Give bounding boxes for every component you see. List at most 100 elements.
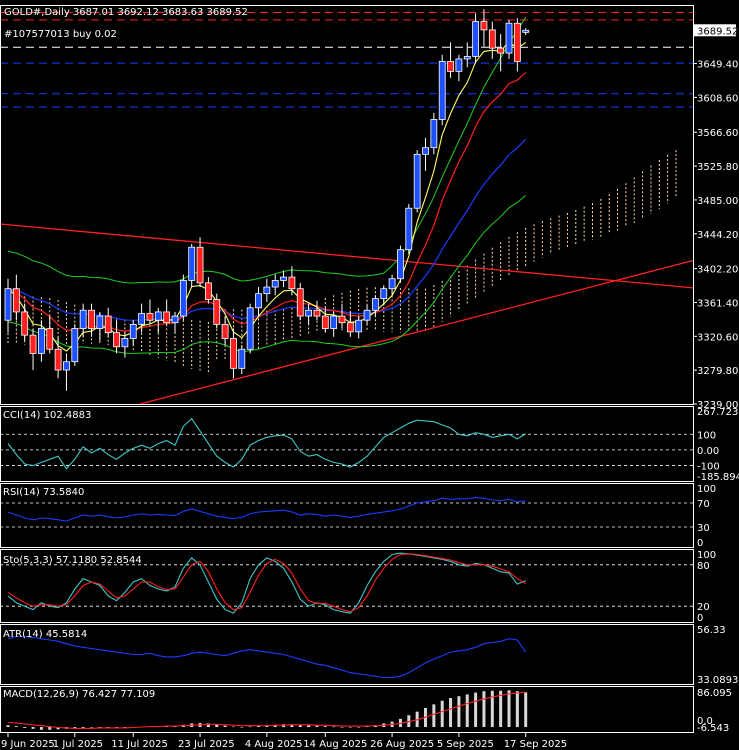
macd-bar	[39, 727, 43, 730]
candle-down	[321, 315, 329, 329]
macd-bar	[14, 726, 18, 728]
macd-bar	[231, 726, 235, 728]
candle-down	[12, 288, 20, 313]
atr-line	[7, 635, 527, 678]
macd-bar	[440, 700, 444, 728]
candle-down	[513, 22, 521, 62]
indicator-tick-label: -185.8945	[697, 472, 739, 483]
ema-fast	[7, 41, 527, 352]
macd-bar	[315, 725, 319, 728]
candle-down	[230, 338, 237, 369]
macd-bar	[340, 727, 344, 728]
cci-line	[7, 417, 526, 470]
candle-down	[313, 309, 321, 317]
indicator-tick-label: 267.7233	[697, 407, 739, 418]
candle-up	[380, 288, 388, 300]
price-tick-label: 3402.20	[697, 265, 738, 276]
macd-bar	[482, 691, 486, 728]
candle-up	[179, 280, 187, 317]
candle-up	[63, 361, 70, 371]
candle-down	[54, 348, 62, 371]
envelope-lower	[7, 195, 527, 355]
time-tick-label: 26 Aug 2025	[370, 739, 434, 750]
candle-up	[388, 278, 396, 290]
macd-bar	[31, 727, 35, 729]
time-axis: 9 Jun 20251 Jul 2025 11 Jul 2025 23 Jul 20…	[1, 732, 567, 750]
candle-down	[104, 315, 112, 334]
candle-up	[371, 298, 379, 311]
current-price-label: 3689.52	[697, 26, 738, 37]
price-tick-label: 3444.20	[697, 230, 738, 241]
macd-bar	[23, 727, 27, 728]
macd-bar	[6, 725, 10, 728]
macd-bar	[499, 690, 503, 728]
candle-up	[255, 293, 262, 309]
macd-bar	[48, 727, 52, 730]
time-tick-label: 17 Sep 2025	[504, 739, 567, 750]
macd-bar	[432, 704, 436, 728]
candle-down	[346, 322, 354, 333]
chart-title: GOLD#,Daily 3687.01 3692.12 3683.63 3689…	[4, 7, 248, 18]
price-tick-label: 3485.00	[697, 196, 738, 207]
candle-up	[38, 328, 45, 354]
candle-up	[363, 309, 371, 321]
candle-down	[146, 313, 154, 321]
candle-down	[488, 29, 496, 49]
indicator-tick-label: 0.00	[697, 446, 719, 457]
macd-bar	[81, 727, 85, 728]
candle-up	[422, 147, 429, 155]
macd-bar	[449, 698, 453, 728]
rsi-pane[interactable]: 100 70 30 0	[0, 484, 716, 549]
indicator-tick-label: -100	[697, 462, 720, 473]
indicator-tick-label: 20	[697, 602, 710, 613]
macd-bar	[323, 726, 327, 728]
trading-chart[interactable]: 3689.52 3649.40 3608.60 3566.60 3525.80 3485.…	[0, 0, 739, 750]
cci-pane[interactable]: 267.7233 100 0.00 -100-185.8945	[0, 407, 739, 483]
atr-title: ATR(14) 45.5814	[3, 629, 87, 640]
candle-up	[129, 323, 137, 339]
macd-bar	[474, 692, 478, 728]
indicator-tick-label: 56.33	[697, 625, 726, 636]
macd-bar	[457, 696, 461, 728]
macd-bar	[357, 727, 361, 728]
candle-up	[171, 315, 179, 324]
macd-bar	[90, 727, 93, 728]
macd-bar	[240, 727, 244, 728]
atr-pane[interactable]: 56.33 33.0893	[7, 625, 738, 686]
candle-down	[480, 21, 488, 31]
candle-up	[463, 56, 471, 60]
candle-up	[438, 61, 446, 120]
candle-up	[413, 153, 421, 209]
price-pane[interactable]: 3689.52 3649.40 3608.60 3566.60 3525.80 3485.…	[0, 9, 738, 411]
cci-title: CCI(14) 102.4883	[3, 410, 91, 421]
price-tick-label: 3649.40	[697, 60, 738, 71]
candle-down	[338, 315, 346, 324]
candle-up	[405, 207, 413, 251]
indicator-tick-label: 100	[697, 430, 716, 441]
rsi-title: RSI(14) 73.5840	[3, 487, 84, 498]
candle-up	[397, 249, 404, 280]
candle-up	[472, 21, 480, 57]
macd-bar	[515, 691, 519, 728]
indicator-tick-label: 0	[697, 613, 703, 624]
sto-title: Sto(5,3,3) 57.1180 52.8544	[3, 555, 142, 566]
macd-bar	[524, 692, 528, 728]
candle-up	[271, 280, 279, 288]
time-tick-label: 4 Aug 2025	[245, 739, 303, 750]
macd-bar	[465, 694, 469, 728]
indicator-tick-label: 100	[697, 550, 716, 561]
price-tick-label: 3525.80	[697, 162, 738, 173]
candle-down	[21, 311, 29, 336]
candle-down	[196, 246, 204, 284]
indicator-tick-label: 100	[697, 484, 716, 495]
indicator-tick-label: 30	[697, 523, 710, 534]
candle-down	[204, 282, 212, 300]
candle-up	[246, 307, 254, 350]
candle-up	[263, 286, 271, 295]
macd-bar	[223, 725, 227, 728]
candle-down	[497, 47, 505, 54]
envelope-upper	[7, 16, 527, 284]
candle-up	[121, 338, 129, 348]
candle-down	[221, 323, 229, 339]
candle-down	[447, 61, 454, 72]
